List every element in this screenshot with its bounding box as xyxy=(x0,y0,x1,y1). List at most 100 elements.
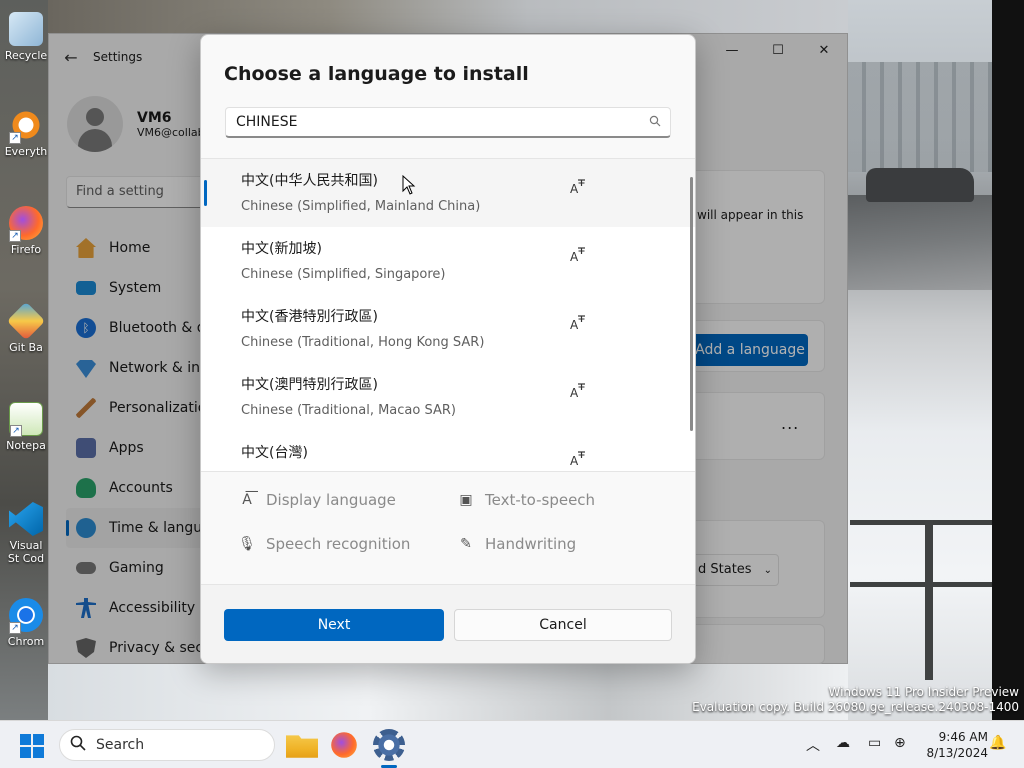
display-language-icon: A xyxy=(570,451,585,467)
file-explorer-icon[interactable] xyxy=(286,735,318,758)
firefox-icon: ↗ xyxy=(9,206,43,242)
wallpaper-top xyxy=(48,0,848,34)
desktop-icon-label: Everyth xyxy=(4,145,48,158)
recycle-bin-icon xyxy=(9,12,43,46)
language-english-name: Chinese (Simplified, Mainland China) xyxy=(241,199,481,214)
shortcut-arrow-icon: ↗ xyxy=(9,230,21,242)
svg-text:A: A xyxy=(570,250,579,263)
wallpaper-post xyxy=(925,520,933,680)
microphone-icon: 🎙 xyxy=(238,536,256,552)
feature-text-to-speech: ▣ Text-to-speech xyxy=(455,491,595,509)
desktop-icon-git-bash[interactable]: Git Ba xyxy=(4,301,48,354)
wallpaper-car xyxy=(866,168,974,202)
desktop-icon-notepad[interactable]: ↗ Notepa xyxy=(4,402,48,452)
system-clock[interactable]: 9:46 AM 8/13/2024 xyxy=(916,729,988,761)
shortcut-arrow-icon: ↗ xyxy=(10,425,22,437)
language-list[interactable]: 中文(中华人民共和国) Chinese (Simplified, Mainlan… xyxy=(201,158,695,472)
chrome-icon: ↗ xyxy=(9,598,43,634)
list-scrollbar[interactable] xyxy=(690,177,693,431)
dialog-footer: Next Cancel xyxy=(201,584,695,663)
svg-text:A: A xyxy=(570,182,579,195)
display-language-icon: A xyxy=(570,179,585,195)
desktop-icon-label: Firefo xyxy=(10,243,42,256)
network-status-icon[interactable]: ⊕ xyxy=(894,735,906,751)
desktop-icon-recycle-bin[interactable]: Recycle xyxy=(4,12,48,62)
settings-gear-icon[interactable] xyxy=(373,729,405,761)
desktop-icon-label: Notepa xyxy=(6,439,46,452)
windows-logo-icon xyxy=(33,747,44,758)
display-language-icon: A xyxy=(570,383,585,399)
windows-logo-icon xyxy=(20,734,31,745)
vscode-icon xyxy=(9,502,43,536)
list-item[interactable]: 中文(香港特別行政區) Chinese (Traditional, Hong K… xyxy=(201,295,695,363)
onedrive-icon[interactable]: ☁ xyxy=(836,735,850,751)
language-native-name: 中文(新加坡) xyxy=(241,241,322,257)
svg-text:A: A xyxy=(570,318,579,331)
wallpaper-road xyxy=(848,195,993,290)
clock-date: 8/13/2024 xyxy=(926,746,988,760)
feature-label: Text-to-speech xyxy=(485,491,596,509)
feature-label: Speech recognition xyxy=(266,535,411,553)
language-native-name: 中文(台灣) xyxy=(241,445,308,461)
wallpaper-edge xyxy=(992,0,1024,720)
language-search-input[interactable]: CHINESE xyxy=(225,107,671,138)
notepad-icon: ↗ xyxy=(9,402,43,437)
desktop-icon-everything[interactable]: ↗ Everyth xyxy=(4,108,48,158)
everything-icon: ↗ xyxy=(9,108,43,144)
svg-text:A: A xyxy=(570,454,579,467)
list-item[interactable]: 中文(中华人民共和国) Chinese (Simplified, Mainlan… xyxy=(201,159,695,227)
desktop-icon-label: Git Ba xyxy=(9,341,43,354)
language-native-name: 中文(澳門特別行政區) xyxy=(241,377,378,393)
shortcut-arrow-icon: ↗ xyxy=(9,622,21,634)
display-language-icon: A͞ xyxy=(242,492,252,508)
watermark-line1: Windows 11 Pro Insider Preview xyxy=(828,685,1019,699)
feature-handwriting: ✎ Handwriting xyxy=(455,535,576,553)
mouse-cursor-icon xyxy=(402,175,416,195)
wallpaper-building xyxy=(848,62,993,172)
language-english-name: Chinese (Simplified, Singapore) xyxy=(241,267,446,282)
text-to-speech-icon: ▣ xyxy=(459,492,473,508)
svg-text:A: A xyxy=(570,386,579,399)
cancel-button[interactable]: Cancel xyxy=(454,609,672,641)
desktop-icon-label: Chrom xyxy=(7,635,45,648)
desktop-icon-label: Visual St Cod xyxy=(7,539,45,565)
clock-time: 9:46 AM xyxy=(938,730,988,744)
search-icon[interactable] xyxy=(640,115,670,130)
feature-display-language: A͞ Display language xyxy=(236,491,396,509)
language-native-name: 中文(中华人民共和国) xyxy=(241,173,378,189)
language-native-name: 中文(香港特別行政區) xyxy=(241,309,378,325)
desktop-icon-chrome[interactable]: ↗ Chrom xyxy=(4,598,48,648)
desktop-icon-vscode[interactable]: Visual St Cod xyxy=(4,502,48,565)
feature-label: Handwriting xyxy=(485,535,577,553)
desktop-icon-label: Recycle xyxy=(4,49,48,62)
windows-logo-icon xyxy=(20,747,31,758)
taskbar: Search ︿ ☁ ▭ ⊕ 9:46 AM 8/13/2024 🔔 xyxy=(0,720,1024,768)
next-button[interactable]: Next xyxy=(224,609,444,641)
chevron-up-icon[interactable]: ︿ xyxy=(806,735,820,755)
list-item[interactable]: 中文(台灣) A xyxy=(201,431,695,471)
taskbar-search-label: Search xyxy=(96,737,145,753)
shortcut-arrow-icon: ↗ xyxy=(9,132,21,144)
language-english-name: Chinese (Traditional, Hong Kong SAR) xyxy=(241,335,485,350)
desktop-icon-firefox[interactable]: ↗ Firefo xyxy=(4,206,48,256)
display-language-icon: A xyxy=(570,315,585,331)
wallpaper-rail xyxy=(850,520,992,525)
evaluation-watermark: Windows 11 Pro Insider Preview Evaluatio… xyxy=(692,685,1019,715)
search-icon xyxy=(70,735,86,755)
start-button[interactable] xyxy=(20,734,44,758)
notification-bell-icon[interactable]: 🔔 xyxy=(989,735,1006,751)
windows-logo-icon xyxy=(33,734,44,745)
list-item[interactable]: 中文(澳門特別行政區) Chinese (Traditional, Macao … xyxy=(201,363,695,431)
display-icon[interactable]: ▭ xyxy=(868,735,881,751)
display-language-icon: A xyxy=(570,247,585,263)
watermark-line2: Evaluation copy. Build 26080.ge_release.… xyxy=(692,700,1019,714)
list-item[interactable]: 中文(新加坡) Chinese (Simplified, Singapore) … xyxy=(201,227,695,295)
wallpaper-rail-lower xyxy=(850,582,992,587)
git-bash-icon xyxy=(6,301,46,341)
handwriting-icon: ✎ xyxy=(460,536,472,552)
firefox-icon[interactable] xyxy=(331,732,357,758)
taskbar-search[interactable]: Search xyxy=(59,729,275,761)
feature-speech-recognition: 🎙 Speech recognition xyxy=(236,535,410,553)
dialog-title: Choose a language to install xyxy=(224,63,529,85)
choose-language-dialog: Choose a language to install CHINESE 中文(… xyxy=(200,34,696,664)
